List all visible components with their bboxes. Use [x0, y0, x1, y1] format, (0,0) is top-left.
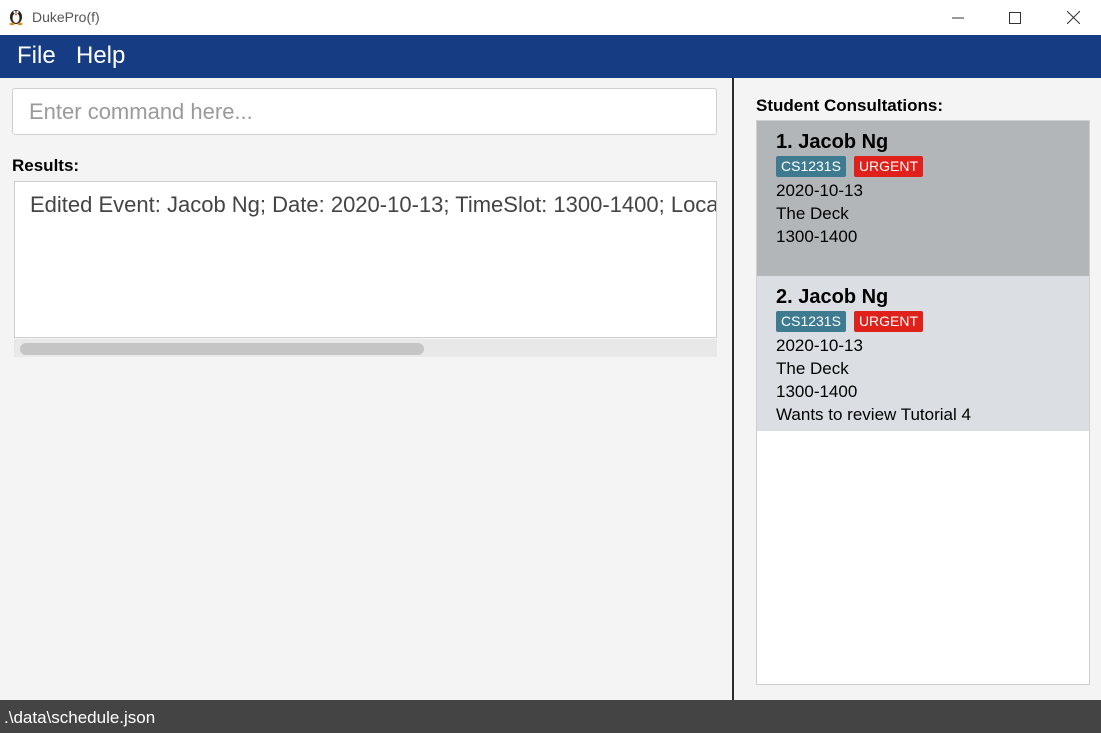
menu-help[interactable]: Help — [76, 42, 125, 70]
command-input[interactable] — [13, 89, 716, 134]
command-box[interactable] — [12, 88, 717, 135]
close-button[interactable] — [1050, 0, 1096, 35]
results-text: Edited Event: Jacob Ng; Date: 2020-10-13… — [30, 192, 717, 217]
status-bar: .\data\schedule.json — [0, 700, 1101, 733]
consultation-list[interactable]: 1. Jacob Ng CS1231S URGENT 2020-10-13 Th… — [756, 120, 1090, 685]
card-date: 2020-10-13 — [776, 181, 863, 200]
card-title: 2. Jacob Ng — [776, 286, 889, 308]
results-label: Results: — [12, 156, 80, 175]
urgent-tag: URGENT — [853, 311, 924, 332]
urgent-tag: URGENT — [853, 156, 924, 177]
menu-bar: File Help — [0, 35, 1101, 78]
split-pane-divider[interactable] — [732, 78, 734, 700]
maximize-button[interactable] — [992, 0, 1038, 35]
app-icon — [9, 10, 23, 26]
results-horizontal-scrollbar[interactable] — [14, 339, 717, 357]
minimize-button[interactable] — [935, 0, 981, 35]
results-display[interactable]: Edited Event: Jacob Ng; Date: 2020-10-13… — [14, 181, 717, 338]
card-date: 2020-10-13 — [776, 336, 863, 355]
module-tag: CS1231S — [776, 311, 846, 332]
consultation-card[interactable]: 1. Jacob Ng CS1231S URGENT 2020-10-13 Th… — [757, 121, 1089, 276]
card-title: 1. Jacob Ng — [776, 131, 889, 153]
close-icon — [1066, 11, 1080, 24]
card-remark: Wants to review Tutorial 4 — [776, 405, 971, 424]
card-location: The Deck — [776, 359, 849, 378]
menu-file[interactable]: File — [17, 42, 56, 70]
title-bar: DukePro(f) — [0, 0, 1101, 35]
consultations-label: Student Consultations: — [756, 96, 943, 115]
scrollbar-thumb[interactable] — [20, 343, 424, 355]
window-title: DukePro(f) — [32, 9, 100, 25]
maximize-icon — [1009, 11, 1021, 24]
card-time: 1300-1400 — [776, 227, 858, 246]
card-location: The Deck — [776, 204, 849, 223]
minimize-icon — [952, 17, 964, 18]
card-tags: CS1231S URGENT — [776, 156, 924, 177]
module-tag: CS1231S — [776, 156, 846, 177]
card-time: 1300-1400 — [776, 382, 858, 401]
save-file-path: .\data\schedule.json — [4, 708, 156, 727]
consultation-card[interactable]: 2. Jacob Ng CS1231S URGENT 2020-10-13 Th… — [757, 276, 1089, 431]
card-tags: CS1231S URGENT — [776, 311, 924, 332]
